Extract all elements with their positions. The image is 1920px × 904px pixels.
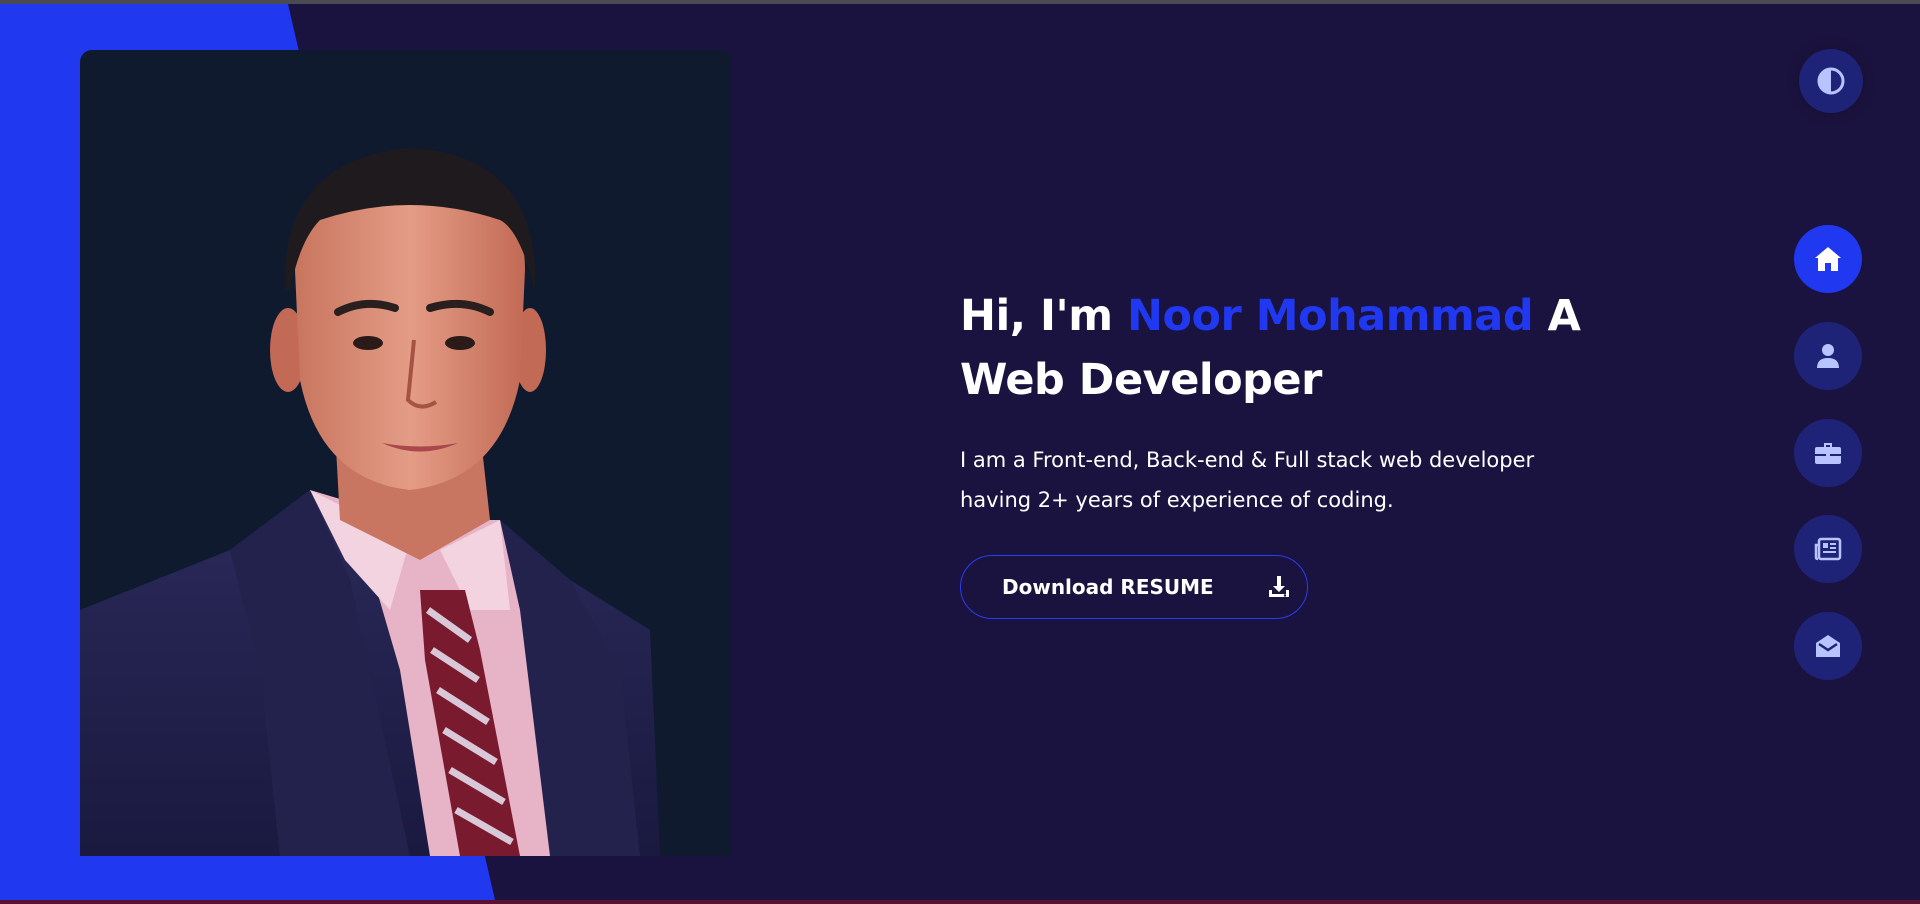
hero-section: Hi, I'm Noor Mohammad A Web Developer I a…	[960, 284, 1600, 520]
nav-home-button[interactable]	[1794, 225, 1862, 293]
profile-photo	[80, 50, 732, 856]
briefcase-icon	[1814, 441, 1842, 465]
envelope-open-icon	[1814, 633, 1842, 659]
nav-portfolio-button[interactable]	[1794, 419, 1862, 487]
nav-blog-button[interactable]	[1794, 515, 1862, 583]
download-resume-button[interactable]: Download RESUME	[960, 555, 1308, 619]
greeting-text: Hi, I'm	[960, 291, 1127, 341]
nav-contact-button[interactable]	[1794, 612, 1862, 680]
window-top-border	[0, 0, 1920, 4]
hero-description: I am a Front-end, Back-end & Full stack …	[960, 448, 1535, 512]
theme-toggle-button[interactable]	[1799, 49, 1863, 113]
half-circle-contrast-icon	[1816, 66, 1846, 96]
newspaper-icon	[1814, 537, 1842, 561]
download-icon	[1266, 574, 1292, 600]
portrait-illustration	[80, 148, 660, 856]
role-prefix-text: A	[1533, 291, 1581, 341]
nav-about-button[interactable]	[1794, 322, 1862, 390]
home-icon	[1813, 245, 1843, 273]
name-highlight: Noor Mohammad	[1126, 291, 1534, 341]
role-text: Web Developer	[960, 355, 1322, 405]
window-bottom-border	[0, 900, 1920, 904]
user-icon	[1816, 343, 1840, 369]
hero-heading: Hi, I'm Noor Mohammad A Web Developer	[960, 284, 1600, 412]
download-resume-label: Download RESUME	[1002, 575, 1214, 599]
